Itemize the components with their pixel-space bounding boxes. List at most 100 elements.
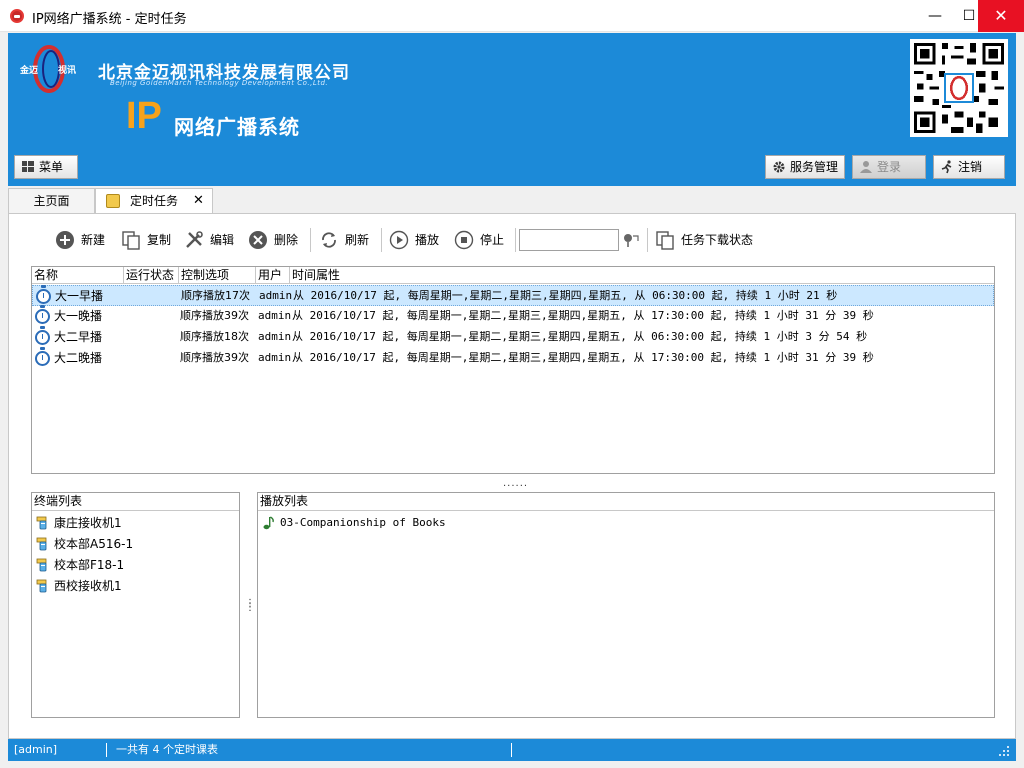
terminal-name: 校本部A516-1 [54,537,134,551]
status-task-count: 一共有 4 个定时课表 [116,743,218,756]
company-name-en: Beijing GoldenMarch Technology Developme… [110,79,329,87]
tab-strip: 主页面 定时任务 ✕ [8,186,1016,214]
status-bar: [admin] 一共有 4 个定时课表 [8,739,1016,761]
refresh-label: 刷新 [345,233,370,247]
play-icon [389,230,409,250]
terminal-list-header: 终端列表 [32,493,239,511]
stopwatch-icon [35,326,50,345]
menu-button[interactable]: 菜单 [14,155,78,179]
copy-button[interactable]: 复制 [121,228,171,252]
task-control-cell: 顺序播放39次 [180,351,249,364]
resize-grip-icon[interactable] [998,745,1010,757]
horizontal-splitter[interactable]: ...... [503,478,528,489]
task-name-cell: 大二早播 [54,330,103,344]
table-row[interactable]: 大二早播 顺序播放18次 admin 从 2016/10/17 起, 每周星期一,星期… [32,326,994,348]
title-bar: IP网络广播系统 - 定时任务 — ☐ ✕ [0,0,1024,32]
list-item[interactable]: 校本部F18-1 [34,555,124,575]
stopwatch-icon [35,305,50,324]
service-label: 服务管理 [790,160,839,174]
login-button[interactable]: 登录 [852,155,926,179]
search-input[interactable] [519,229,619,251]
locate-pin-icon[interactable] [622,231,640,249]
copy-label: 复制 [147,233,172,247]
column-header-control[interactable]: 控制选项 [179,267,256,284]
refresh-button[interactable]: 刷新 [319,228,369,252]
table-row[interactable]: 大一晚播 顺序播放39次 admin 从 2016/10/17 起, 每周星期一,星期… [32,305,994,327]
tab-home[interactable]: 主页面 [8,188,95,214]
tools-icon [186,231,203,248]
task-time-cell: 从 2016/10/17 起, 每周星期一,星期二,星期三,星期四,星期五, 从… [292,309,874,322]
task-control-cell: 顺序播放18次 [180,330,249,343]
list-item[interactable]: 康庄接收机1 [34,513,122,533]
table-row[interactable]: 大二晚播 顺序播放39次 admin 从 2016/10/17 起, 每周星期一,星期… [32,347,994,369]
status-user: [admin] [14,743,58,756]
logout-button[interactable]: 注销 [933,155,1005,179]
qr-code-icon [910,39,1008,137]
app-icon [10,9,24,23]
terminal-list: 终端列表 康庄接收机1 校本部A516-1 校本部F18-1 西校接收机1 [31,492,240,718]
edit-label: 编辑 [210,233,235,247]
edit-button[interactable]: 编辑 [184,228,234,252]
tab-close-icon[interactable]: ✕ [193,189,204,213]
terminal-name: 校本部F18-1 [54,558,125,572]
close-window-button[interactable]: ✕ [978,0,1024,32]
column-header-user[interactable]: 用户 [256,267,290,284]
windows-stack-icon [656,231,674,250]
column-header-status[interactable]: 运行状态 [124,267,179,284]
windows-logo-icon [22,161,34,172]
vertical-splitter[interactable]: ⋮ ⋮ [245,599,255,613]
logo-right-text: 视讯 [58,64,76,76]
window-title: IP网络广播系统 - 定时任务 [32,12,187,27]
menu-label: 菜单 [39,160,64,174]
task-download-status-button[interactable]: 任务下载状态 [655,228,753,252]
task-control-cell: 顺序播放39次 [180,309,249,322]
task-user-cell: admin [258,309,292,322]
company-logo: 金迈 视讯 [19,45,76,93]
tab-schedule[interactable]: 定时任务 ✕ [95,188,213,214]
stop-button[interactable]: 停止 [454,228,504,252]
toolbar-separator [515,228,516,252]
task-user-cell: admin [258,351,292,364]
stopwatch-icon [35,347,50,366]
delete-circle-icon [249,231,267,249]
status-separator [511,743,512,757]
task-download-status-label: 任务下载状态 [681,233,754,247]
task-name-cell: 大一早播 [55,289,104,303]
service-management-button[interactable]: 服务管理 [765,155,845,179]
task-time-cell: 从 2016/10/17 起, 每周星期一,星期二,星期三,星期四,星期五, 从… [292,351,874,364]
minimize-button[interactable]: — [918,0,952,32]
list-item[interactable]: 03-Companionship of Books [260,513,446,533]
new-button[interactable]: 新建 [55,228,105,252]
task-tab-icon [106,194,120,208]
play-list: 播放列表 03-Companionship of Books [257,492,995,718]
scheduled-tasks-panel: 新建 复制 编辑 删除 刷新 播放 停止 任务下载状态 名称 运行状态 控制选项… [8,213,1016,739]
task-table: 名称 运行状态 控制选项 用户 时间属性 大一早播 顺序播放17次 admin 从 2… [31,266,995,474]
task-user-cell: admin [259,289,293,302]
new-label: 新建 [81,233,106,247]
delete-button[interactable]: 删除 [248,228,298,252]
status-separator [106,743,107,757]
logout-label: 注销 [958,160,983,174]
stop-icon [454,230,474,250]
terminal-name: 西校接收机1 [54,579,122,593]
task-name-cell: 大一晚播 [54,309,103,323]
user-icon [860,161,872,173]
header-banner: 金迈 视讯 北京金迈视讯科技发展有限公司 Beijing GoldenMarch… [8,33,1016,186]
toolbar-separator [310,228,311,252]
receiver-icon [36,516,47,530]
list-item[interactable]: 校本部A516-1 [34,534,133,554]
toolbar-separator [381,228,382,252]
delete-label: 删除 [274,233,299,247]
play-button[interactable]: 播放 [389,228,439,252]
list-item[interactable]: 西校接收机1 [34,576,122,596]
table-row[interactable]: 大一早播 顺序播放17次 admin 从 2016/10/17 起, 每周星期一,星期… [32,285,994,306]
task-time-cell: 从 2016/10/17 起, 每周星期一,星期二,星期三,星期四,星期五, 从… [293,289,838,302]
plus-circle-icon [56,231,74,249]
terminal-name: 康庄接收机1 [54,516,122,530]
gear-icon [773,161,785,173]
track-name: 03-Companionship of Books [280,516,446,529]
column-header-name[interactable]: 名称 [32,267,124,284]
column-header-time[interactable]: 时间属性 [290,267,994,284]
task-user-cell: admin [258,330,292,343]
brand-ip: IP [126,95,162,137]
